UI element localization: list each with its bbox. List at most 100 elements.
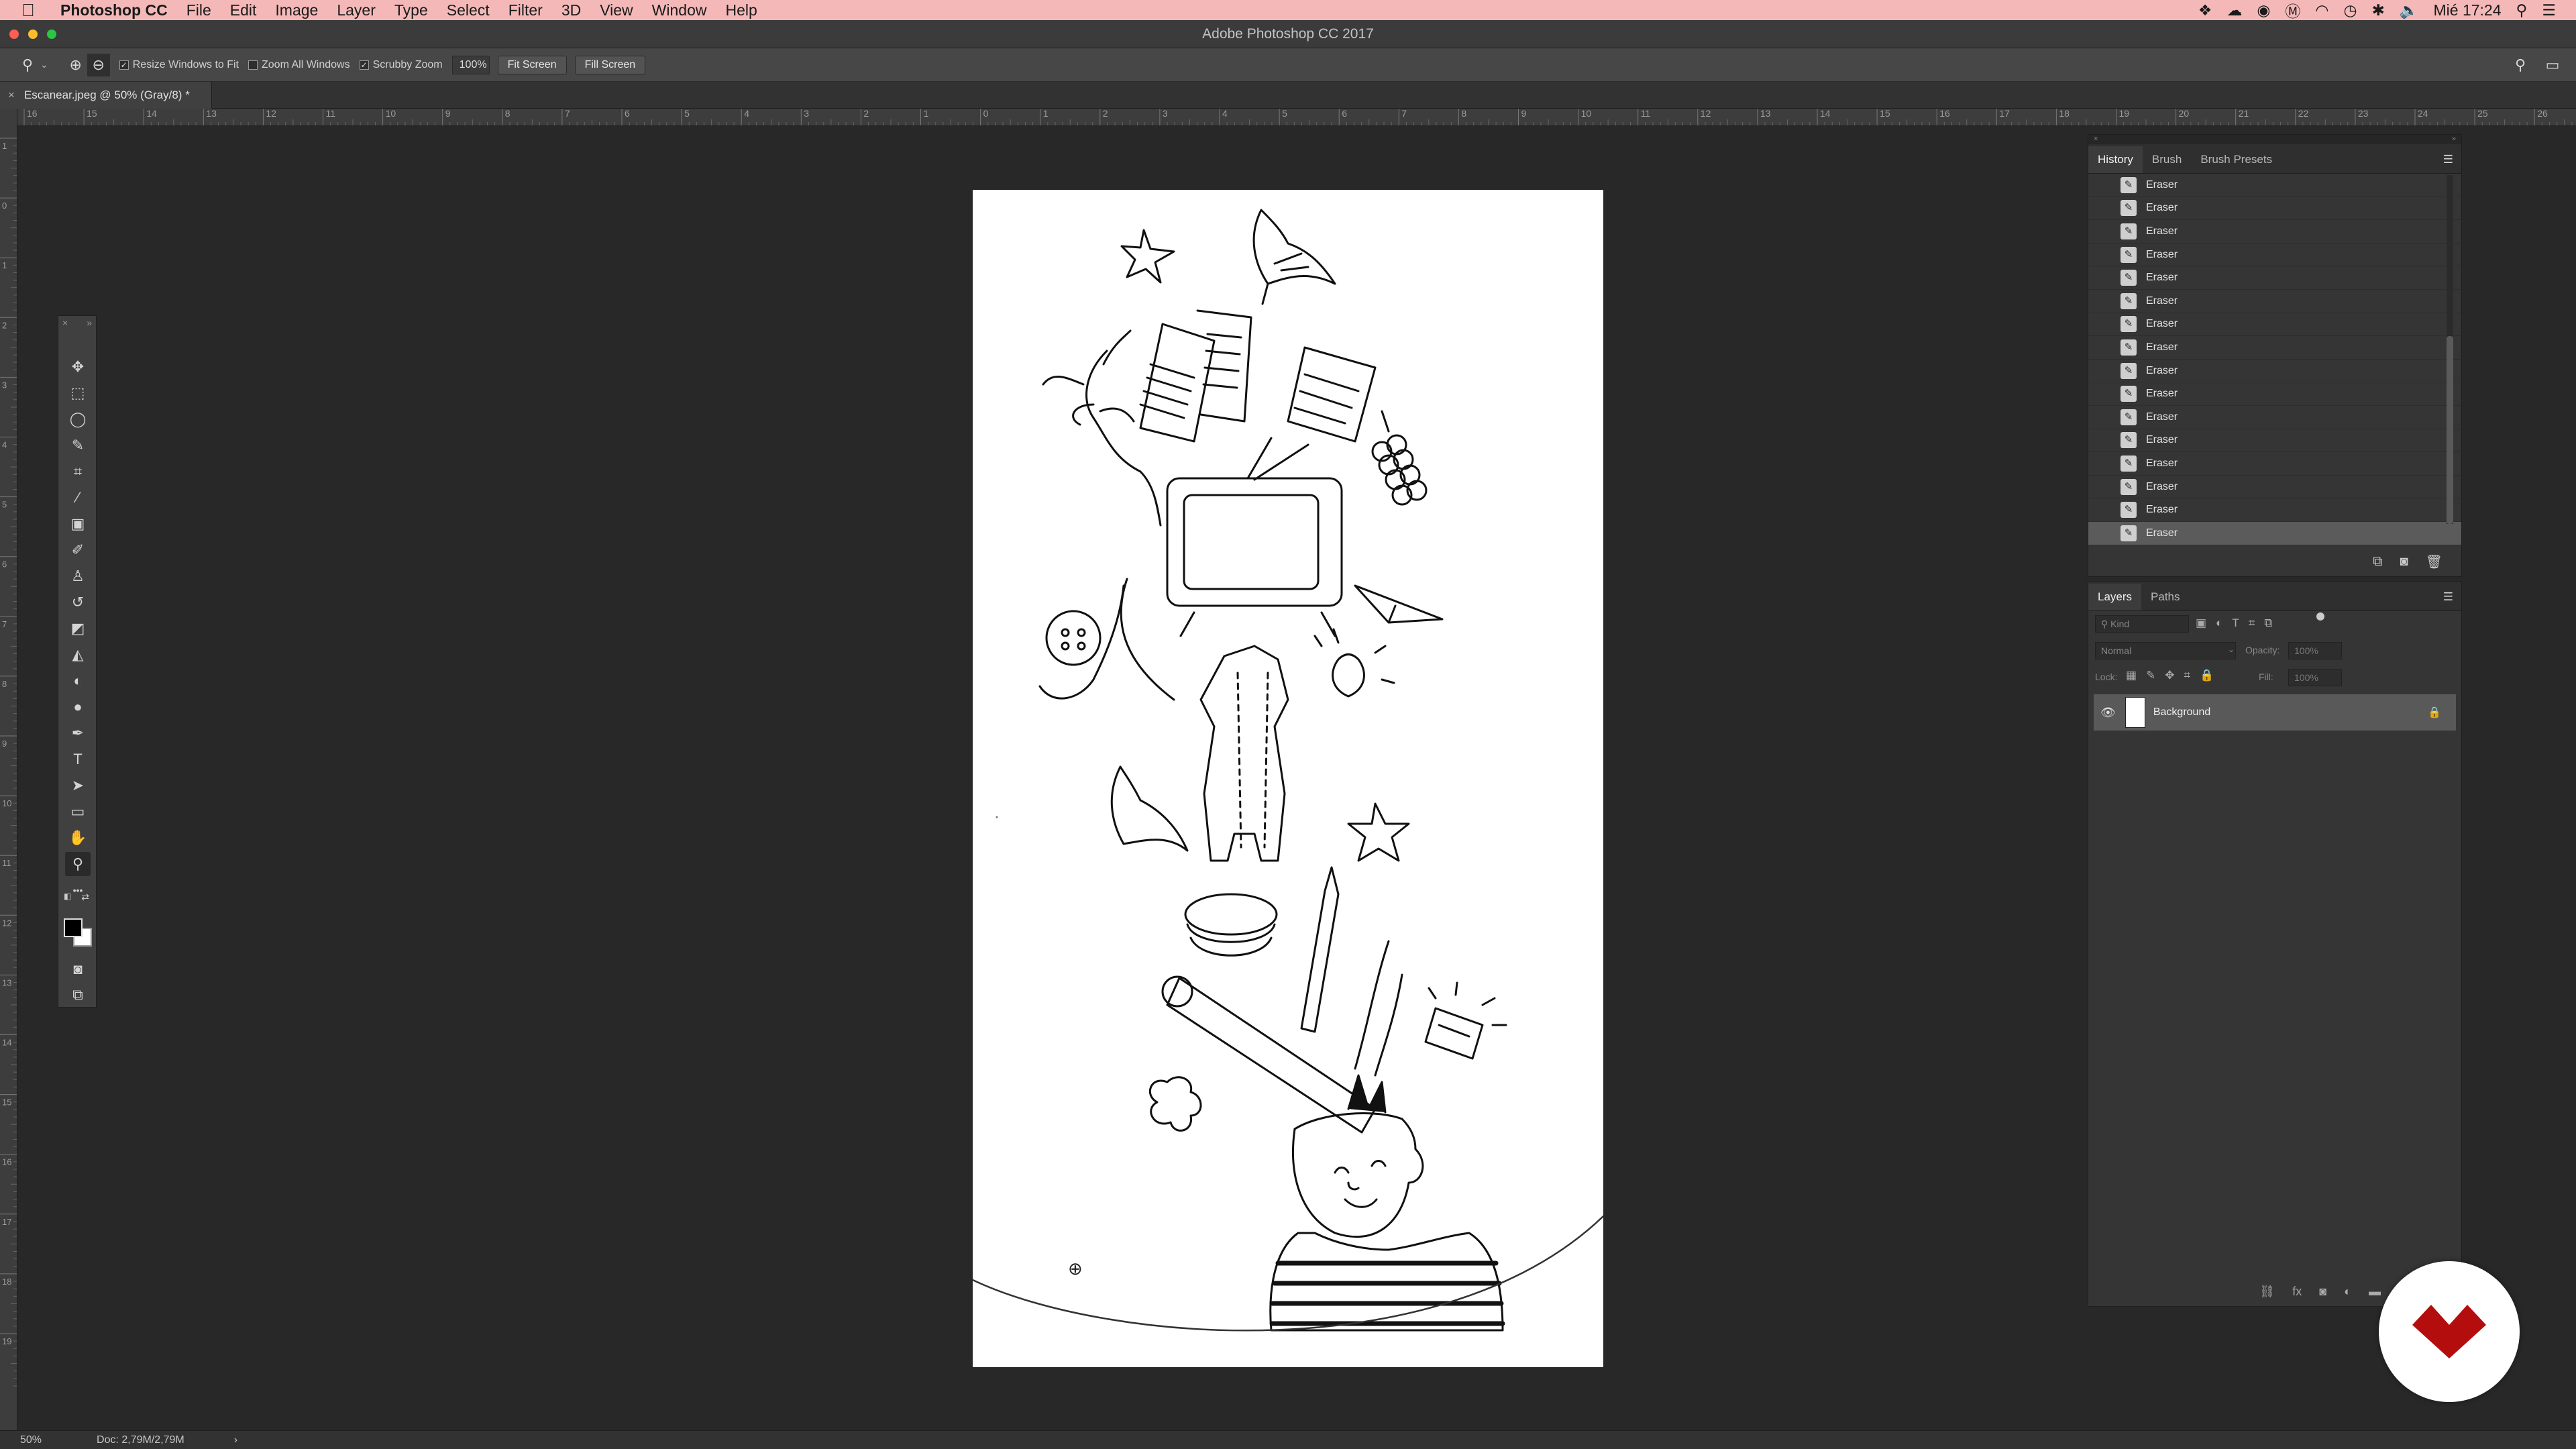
tab-layers[interactable]: Layers xyxy=(2088,584,2142,610)
swap-colors-icon[interactable]: ⇄ xyxy=(81,892,89,903)
type-tool-icon[interactable]: T xyxy=(65,747,91,771)
menu-3d[interactable]: 3D xyxy=(552,0,590,20)
trash-icon[interactable]: 🗑 xyxy=(2426,553,2443,570)
layer-filter-kind[interactable]: ⚲ Kind xyxy=(2095,615,2189,633)
history-item[interactable]: ✎ Eraser xyxy=(2088,197,2461,221)
chevron-down-icon[interactable]: ⌄ xyxy=(2228,645,2235,654)
document-canvas[interactable]: ⊕ xyxy=(971,190,1605,1367)
cloud-icon[interactable]: ☁ xyxy=(2226,1,2242,19)
chevron-right-icon[interactable]: › xyxy=(234,1434,237,1446)
zoom-in-icon[interactable]: ⊕ xyxy=(64,54,87,76)
lock-icon[interactable]: 🔒 xyxy=(2428,706,2441,719)
history-item[interactable]: ✎ Eraser xyxy=(2088,498,2461,522)
panel-menu-icon[interactable]: ☰ xyxy=(2435,584,2461,610)
history-brush-tool-icon[interactable]: ↺ xyxy=(65,590,91,614)
menu-layer[interactable]: Layer xyxy=(327,0,385,20)
volume-icon[interactable]: 🔈 xyxy=(2400,1,2419,19)
panel-menu-icon[interactable]: ☰ xyxy=(2435,146,2461,173)
history-item[interactable]: ✎ Eraser xyxy=(2088,174,2461,197)
eraser-tool-icon[interactable]: ◩ xyxy=(65,616,91,641)
workspace-icon[interactable]: ▭ xyxy=(2541,54,2564,76)
fill-screen-button[interactable]: Fill Screen xyxy=(574,55,646,74)
history-item[interactable]: ✎ Eraser xyxy=(2088,313,2461,337)
menu-view[interactable]: View xyxy=(590,0,642,20)
color-swatches[interactable]: ◧ ⇄ xyxy=(64,892,89,917)
layer-name[interactable]: Background xyxy=(2153,706,2210,718)
lasso-tool-icon[interactable]: ◯ xyxy=(65,407,91,431)
horizontal-ruler[interactable]: 16 15 14 13 12 11 10 9 8 7 6 5 4 3 2 1 0 1 2 3 4 5 6 7 8 9 10 11 12 1… xyxy=(17,109,2576,126)
foreground-color-swatch[interactable] xyxy=(64,918,83,937)
pen-tool-icon[interactable]: ✒ xyxy=(65,721,91,745)
fx-icon[interactable]: fx xyxy=(2292,1285,2302,1299)
frame-tool-icon[interactable]: ▣ xyxy=(65,512,91,536)
tab-paths[interactable]: Paths xyxy=(2141,584,2189,610)
paint-bucket-tool-icon[interactable]: ◭ xyxy=(65,643,91,667)
menu-app-name[interactable]: Photoshop CC xyxy=(42,0,177,20)
menu-window[interactable]: Window xyxy=(643,0,716,20)
tab-history[interactable]: History xyxy=(2088,146,2143,173)
menu-help[interactable]: Help xyxy=(716,0,766,20)
default-colors-icon[interactable]: ◧ xyxy=(64,892,71,901)
zoom-all-windows-checkbox[interactable]: Zoom All Windows xyxy=(248,59,350,71)
history-item[interactable]: ✎ Eraser xyxy=(2088,290,2461,313)
dropbox-icon[interactable]: ❖ xyxy=(2198,1,2212,19)
close-window-button[interactable] xyxy=(9,30,19,39)
menu-filter[interactable]: Filter xyxy=(499,0,552,20)
history-item[interactable]: ✎ Eraser xyxy=(2088,406,2461,429)
history-item[interactable]: ✎ Eraser xyxy=(2088,521,2461,545)
hand-tool-icon[interactable]: ✋ xyxy=(65,826,91,850)
lock-icons[interactable]: ▦✎✥⌗🔒 xyxy=(2126,669,2223,682)
brush-tool-icon[interactable]: ✐ xyxy=(65,538,91,562)
chevron-down-icon[interactable]: ⌄ xyxy=(40,59,48,70)
menu-type[interactable]: Type xyxy=(385,0,437,20)
history-item[interactable]: ✎ Eraser xyxy=(2088,382,2461,406)
blend-mode-select[interactable]: Normal xyxy=(2095,642,2236,659)
bluetooth-icon[interactable]: ✱ xyxy=(2372,1,2385,19)
spotlight-icon[interactable]: ⚲ xyxy=(2516,1,2528,19)
vertical-ruler[interactable]: 1 0 1 2 3 4 5 6 7 8 9 10 11 12 13 14 15 16 17 18 19 xyxy=(0,109,17,1430)
link-layers-icon[interactable]: ⛓ xyxy=(2259,1285,2275,1299)
m-app-icon[interactable]: Ⓜ xyxy=(2285,0,2300,21)
wifi-icon[interactable]: ◠ xyxy=(2315,1,2328,19)
screen-mode-icon[interactable]: ⧉ xyxy=(65,983,91,1007)
status-zoom[interactable]: 50% xyxy=(20,1434,42,1446)
quick-select-tool-icon[interactable]: ✎ xyxy=(65,433,91,458)
tab-brush-presets[interactable]: Brush Presets xyxy=(2191,146,2282,173)
document-tab[interactable]: × Escanear.jpeg @ 50% (Gray/8) * xyxy=(0,82,212,109)
path-select-tool-icon[interactable]: ➤ xyxy=(65,773,91,798)
zoom-tool-preset-icon[interactable]: ⚲ xyxy=(16,54,39,76)
minimize-window-button[interactable] xyxy=(28,30,38,39)
resize-windows-checkbox[interactable]: ✓ Resize Windows to Fit xyxy=(119,59,239,71)
stamp-tool-icon[interactable]: ♙ xyxy=(65,564,91,588)
rectangle-tool-icon[interactable]: ▭ xyxy=(65,800,91,824)
history-scrollbar-thumb[interactable] xyxy=(2447,336,2453,524)
new-document-from-state-icon[interactable]: ⧉ xyxy=(2373,554,2382,570)
history-item[interactable]: ✎ Eraser xyxy=(2088,360,2461,383)
layer-filter-icons[interactable]: ▣◐T⌗⧉ xyxy=(2196,616,2282,630)
fill-field[interactable]: 100% xyxy=(2288,669,2342,686)
history-scrollbar[interactable] xyxy=(2447,175,2453,524)
zoom-percent-field[interactable]: 100% xyxy=(451,55,490,74)
marquee-tool-icon[interactable]: ⬚ xyxy=(65,381,91,405)
eye-visibility-icon[interactable]: 👁 xyxy=(2100,706,2116,720)
panel-close-icon[interactable]: × xyxy=(2094,135,2098,144)
history-item[interactable]: ✎ Eraser xyxy=(2088,220,2461,244)
tools-panel-close-icon[interactable]: × xyxy=(62,317,68,328)
history-item[interactable]: ✎ Eraser xyxy=(2088,336,2461,360)
snapshot-camera-icon[interactable]: ◙ xyxy=(2400,554,2408,570)
eyedropper-tool-icon[interactable]: ⁄ xyxy=(65,486,91,510)
checkbox-empty-icon[interactable] xyxy=(248,60,258,70)
menu-edit[interactable]: Edit xyxy=(221,0,266,20)
checkbox-check-icon[interactable]: ✓ xyxy=(119,60,129,70)
checkbox-check-icon[interactable]: ✓ xyxy=(359,60,369,70)
record-icon[interactable]: ◉ xyxy=(2257,1,2270,19)
scrubby-zoom-checkbox[interactable]: ✓ Scrubby Zoom xyxy=(359,59,443,71)
new-group-icon[interactable]: ▬ xyxy=(2369,1285,2381,1299)
filter-toggle-icon[interactable] xyxy=(2316,612,2324,621)
search-icon[interactable]: ⚲ xyxy=(2509,54,2532,76)
history-item[interactable]: ✎ Eraser xyxy=(2088,266,2461,290)
zoom-window-button[interactable] xyxy=(47,30,56,39)
crop-tool-icon[interactable]: ⌗ xyxy=(65,460,91,484)
quick-mask-icon[interactable]: ◙ xyxy=(65,957,91,981)
time-machine-icon[interactable]: ◷ xyxy=(2344,1,2357,19)
